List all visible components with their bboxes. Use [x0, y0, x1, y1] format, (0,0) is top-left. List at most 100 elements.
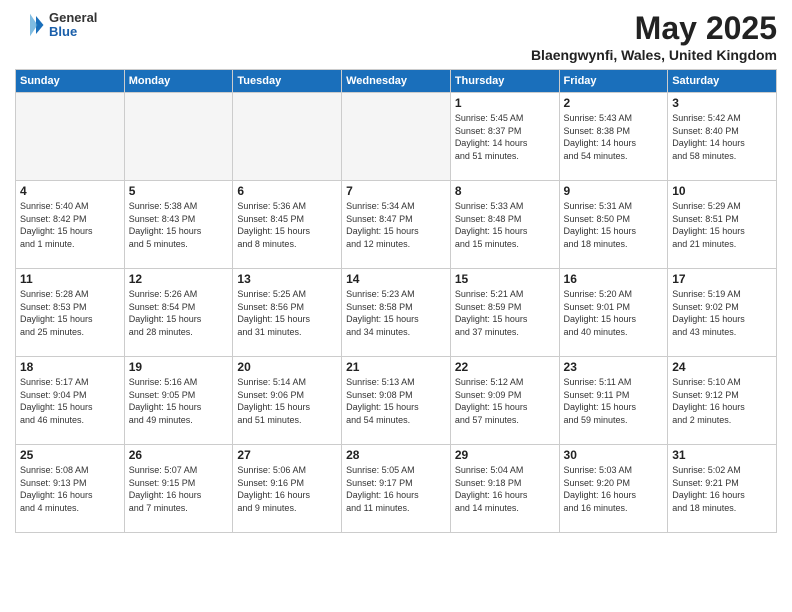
- day-info: Sunrise: 5:08 AM Sunset: 9:13 PM Dayligh…: [20, 464, 120, 514]
- day-info: Sunrise: 5:20 AM Sunset: 9:01 PM Dayligh…: [564, 288, 664, 338]
- day-number: 10: [672, 184, 772, 198]
- cell-week0-day2: [233, 93, 342, 181]
- day-info: Sunrise: 5:25 AM Sunset: 8:56 PM Dayligh…: [237, 288, 337, 338]
- title-block: May 2025 Blaengwynfi, Wales, United King…: [531, 10, 777, 63]
- day-number: 4: [20, 184, 120, 198]
- col-sunday: Sunday: [16, 70, 125, 93]
- day-number: 12: [129, 272, 229, 286]
- cell-week3-day5: 23Sunrise: 5:11 AM Sunset: 9:11 PM Dayli…: [559, 357, 668, 445]
- day-info: Sunrise: 5:16 AM Sunset: 9:05 PM Dayligh…: [129, 376, 229, 426]
- day-number: 6: [237, 184, 337, 198]
- cell-week4-day0: 25 Sunrise: 5:08 AM Sunset: 9:13 PM Dayli…: [16, 445, 125, 533]
- day-info: Sunrise: 5:21 AM Sunset: 8:59 PM Dayligh…: [455, 288, 555, 338]
- day-info: Sunrise: 5:33 AM Sunset: 8:48 PM Dayligh…: [455, 200, 555, 250]
- day-number: 7: [346, 184, 446, 198]
- day-number: 24: [672, 360, 772, 374]
- week-row-0: 1 Sunrise: 5:45 AM Sunset: 8:37 PM Daylig…: [16, 93, 777, 181]
- cell-week1-day2: 6 Sunrise: 5:36 AM Sunset: 8:45 PM Daylig…: [233, 181, 342, 269]
- location-title: Blaengwynfi, Wales, United Kingdom: [531, 47, 777, 63]
- cell-week2-day5: 16 Sunrise: 5:20 AM Sunset: 9:01 PM Dayli…: [559, 269, 668, 357]
- col-wednesday: Wednesday: [342, 70, 451, 93]
- day-number: 30: [564, 448, 664, 462]
- cell-week4-day4: 29 Sunrise: 5:04 AM Sunset: 9:18 PM Dayli…: [450, 445, 559, 533]
- week-row-1: 4 Sunrise: 5:40 AM Sunset: 8:42 PM Daylig…: [16, 181, 777, 269]
- col-thursday: Thursday: [450, 70, 559, 93]
- cell-week2-day2: 13 Sunrise: 5:25 AM Sunset: 8:56 PM Dayli…: [233, 269, 342, 357]
- week-row-4: 25 Sunrise: 5:08 AM Sunset: 9:13 PM Dayli…: [16, 445, 777, 533]
- day-number: 16: [564, 272, 664, 286]
- day-info: Sunrise: 5:06 AM Sunset: 9:16 PM Dayligh…: [237, 464, 337, 514]
- day-number: 19: [129, 360, 229, 374]
- day-info: Sunrise: 5:11 AM Sunset: 9:11 PM Dayligh…: [564, 376, 664, 426]
- day-info: Sunrise: 5:10 AM Sunset: 9:12 PM Dayligh…: [672, 376, 772, 426]
- cell-week2-day4: 15 Sunrise: 5:21 AM Sunset: 8:59 PM Dayli…: [450, 269, 559, 357]
- day-info: Sunrise: 5:34 AM Sunset: 8:47 PM Dayligh…: [346, 200, 446, 250]
- cell-week4-day1: 26Sunrise: 5:07 AM Sunset: 9:15 PM Dayli…: [124, 445, 233, 533]
- page: General Blue May 2025 Blaengwynfi, Wales…: [0, 0, 792, 612]
- cell-week3-day3: 21Sunrise: 5:13 AM Sunset: 9:08 PM Dayli…: [342, 357, 451, 445]
- cell-week4-day2: 27 Sunrise: 5:06 AM Sunset: 9:16 PM Dayli…: [233, 445, 342, 533]
- day-number: 28: [346, 448, 446, 462]
- cell-week0-day1: [124, 93, 233, 181]
- cell-week2-day1: 12 Sunrise: 5:26 AM Sunset: 8:54 PM Dayli…: [124, 269, 233, 357]
- day-number: 31: [672, 448, 772, 462]
- day-number: 27: [237, 448, 337, 462]
- calendar: Sunday Monday Tuesday Wednesday Thursday…: [15, 69, 777, 533]
- day-number: 18: [20, 360, 120, 374]
- day-info: Sunrise: 5:31 AM Sunset: 8:50 PM Dayligh…: [564, 200, 664, 250]
- cell-week0-day0: [16, 93, 125, 181]
- day-info: Sunrise: 5:03 AM Sunset: 9:20 PM Dayligh…: [564, 464, 664, 514]
- day-info: Sunrise: 5:38 AM Sunset: 8:43 PM Dayligh…: [129, 200, 229, 250]
- cell-week4-day5: 30 Sunrise: 5:03 AM Sunset: 9:20 PM Dayli…: [559, 445, 668, 533]
- day-number: 15: [455, 272, 555, 286]
- day-number: 1: [455, 96, 555, 110]
- calendar-header: Sunday Monday Tuesday Wednesday Thursday…: [16, 70, 777, 93]
- logo: General Blue: [15, 10, 97, 40]
- day-number: 25: [20, 448, 120, 462]
- day-info: Sunrise: 5:29 AM Sunset: 8:51 PM Dayligh…: [672, 200, 772, 250]
- header-row: Sunday Monday Tuesday Wednesday Thursday…: [16, 70, 777, 93]
- day-number: 13: [237, 272, 337, 286]
- day-info: Sunrise: 5:05 AM Sunset: 9:17 PM Dayligh…: [346, 464, 446, 514]
- day-number: 20: [237, 360, 337, 374]
- cell-week0-day6: 3 Sunrise: 5:42 AM Sunset: 8:40 PM Daylig…: [668, 93, 777, 181]
- day-info: Sunrise: 5:28 AM Sunset: 8:53 PM Dayligh…: [20, 288, 120, 338]
- day-info: Sunrise: 5:04 AM Sunset: 9:18 PM Dayligh…: [455, 464, 555, 514]
- day-number: 17: [672, 272, 772, 286]
- day-info: Sunrise: 5:26 AM Sunset: 8:54 PM Dayligh…: [129, 288, 229, 338]
- day-number: 21: [346, 360, 446, 374]
- day-info: Sunrise: 5:42 AM Sunset: 8:40 PM Dayligh…: [672, 112, 772, 162]
- day-info: Sunrise: 5:14 AM Sunset: 9:06 PM Dayligh…: [237, 376, 337, 426]
- day-number: 5: [129, 184, 229, 198]
- logo-text: General Blue: [49, 11, 97, 40]
- day-info: Sunrise: 5:12 AM Sunset: 9:09 PM Dayligh…: [455, 376, 555, 426]
- cell-week1-day4: 8Sunrise: 5:33 AM Sunset: 8:48 PM Daylig…: [450, 181, 559, 269]
- cell-week0-day3: [342, 93, 451, 181]
- cell-week3-day6: 24 Sunrise: 5:10 AM Sunset: 9:12 PM Dayli…: [668, 357, 777, 445]
- day-number: 14: [346, 272, 446, 286]
- day-number: 22: [455, 360, 555, 374]
- calendar-body: 1 Sunrise: 5:45 AM Sunset: 8:37 PM Daylig…: [16, 93, 777, 533]
- day-info: Sunrise: 5:45 AM Sunset: 8:37 PM Dayligh…: [455, 112, 555, 162]
- day-info: Sunrise: 5:02 AM Sunset: 9:21 PM Dayligh…: [672, 464, 772, 514]
- day-number: 3: [672, 96, 772, 110]
- day-info: Sunrise: 5:07 AM Sunset: 9:15 PM Dayligh…: [129, 464, 229, 514]
- week-row-2: 11Sunrise: 5:28 AM Sunset: 8:53 PM Dayli…: [16, 269, 777, 357]
- day-info: Sunrise: 5:17 AM Sunset: 9:04 PM Dayligh…: [20, 376, 120, 426]
- logo-general-text: General: [49, 11, 97, 25]
- day-number: 29: [455, 448, 555, 462]
- day-number: 2: [564, 96, 664, 110]
- cell-week1-day1: 5 Sunrise: 5:38 AM Sunset: 8:43 PM Daylig…: [124, 181, 233, 269]
- cell-week3-day1: 19 Sunrise: 5:16 AM Sunset: 9:05 PM Dayli…: [124, 357, 233, 445]
- month-title: May 2025: [531, 10, 777, 47]
- col-friday: Friday: [559, 70, 668, 93]
- cell-week4-day6: 31 Sunrise: 5:02 AM Sunset: 9:21 PM Dayli…: [668, 445, 777, 533]
- cell-week3-day0: 18 Sunrise: 5:17 AM Sunset: 9:04 PM Dayli…: [16, 357, 125, 445]
- col-tuesday: Tuesday: [233, 70, 342, 93]
- col-monday: Monday: [124, 70, 233, 93]
- header: General Blue May 2025 Blaengwynfi, Wales…: [15, 10, 777, 63]
- cell-week2-day6: 17Sunrise: 5:19 AM Sunset: 9:02 PM Dayli…: [668, 269, 777, 357]
- cell-week3-day2: 20 Sunrise: 5:14 AM Sunset: 9:06 PM Dayli…: [233, 357, 342, 445]
- day-info: Sunrise: 5:36 AM Sunset: 8:45 PM Dayligh…: [237, 200, 337, 250]
- day-info: Sunrise: 5:40 AM Sunset: 8:42 PM Dayligh…: [20, 200, 120, 250]
